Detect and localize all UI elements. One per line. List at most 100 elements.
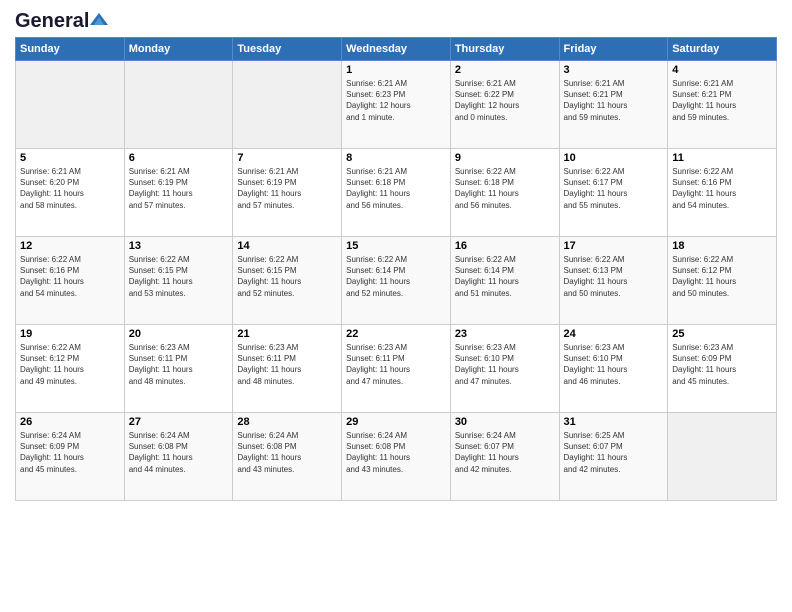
day-info: Sunrise: 6:22 AMSunset: 6:12 PMDaylight:…: [672, 254, 772, 299]
calendar-cell: [16, 61, 125, 149]
calendar-cell: 30 Sunrise: 6:24 AMSunset: 6:07 PMDayligh…: [450, 413, 559, 501]
calendar-cell: [233, 61, 342, 149]
calendar-cell: 2Sunrise: 6:21 AMSunset: 6:22 PMDaylight…: [450, 61, 559, 149]
calendar-cell: 13 Sunrise: 6:22 AMSunset: 6:15 PMDayligh…: [124, 237, 233, 325]
day-number: 9: [455, 152, 555, 164]
calendar-cell: 27 Sunrise: 6:24 AMSunset: 6:08 PMDayligh…: [124, 413, 233, 501]
day-info: Sunrise: 6:22 AMSunset: 6:14 PMDaylight:…: [346, 254, 446, 299]
day-info: Sunrise: 6:24 AMSunset: 6:09 PMDaylight:…: [20, 430, 120, 475]
calendar-cell: 22 Sunrise: 6:23 AMSunset: 6:11 PMDayligh…: [342, 325, 451, 413]
calendar-cell: 29 Sunrise: 6:24 AMSunset: 6:08 PMDayligh…: [342, 413, 451, 501]
calendar-week-row: 1 Sunrise: 6:21 AMSunset: 6:23 PMDaylight…: [16, 61, 777, 149]
day-info: Sunrise: 6:21 AMSunset: 6:21 PMDaylight:…: [564, 78, 664, 123]
calendar-cell: 16 Sunrise: 6:22 AMSunset: 6:14 PMDayligh…: [450, 237, 559, 325]
calendar-cell: 24 Sunrise: 6:23 AMSunset: 6:10 PMDayligh…: [559, 325, 668, 413]
day-info: Sunrise: 6:23 AMSunset: 6:10 PMDaylight:…: [455, 342, 555, 387]
day-info: Sunrise: 6:22 AMSunset: 6:14 PMDaylight:…: [455, 254, 555, 299]
day-number: 21: [237, 328, 337, 340]
calendar-cell: 3 Sunrise: 6:21 AMSunset: 6:21 PMDaylight…: [559, 61, 668, 149]
day-number: 1: [346, 64, 446, 76]
page: General Sunday Monday Tuesday Wednesday …: [0, 0, 792, 612]
day-number: 24: [564, 328, 664, 340]
day-number: 27: [129, 416, 229, 428]
day-number: 26: [20, 416, 120, 428]
day-info: Sunrise: 6:25 AMSunset: 6:07 PMDaylight:…: [564, 430, 664, 475]
day-number: 23: [455, 328, 555, 340]
day-number: 30: [455, 416, 555, 428]
day-info: Sunrise: 6:22 AMSunset: 6:13 PMDaylight:…: [564, 254, 664, 299]
day-info: Sunrise: 6:21 AMSunset: 6:19 PMDaylight:…: [237, 166, 337, 211]
day-info: Sunrise: 6:24 AMSunset: 6:08 PMDaylight:…: [129, 430, 229, 475]
calendar-cell: 25Sunrise: 6:23 AMSunset: 6:09 PMDayligh…: [668, 325, 777, 413]
calendar-cell: 4Sunrise: 6:21 AMSunset: 6:21 PMDaylight…: [668, 61, 777, 149]
calendar-cell: 5Sunrise: 6:21 AMSunset: 6:20 PMDaylight…: [16, 149, 125, 237]
day-number: 29: [346, 416, 446, 428]
day-number: 6: [129, 152, 229, 164]
day-info: Sunrise: 6:22 AMSunset: 6:18 PMDaylight:…: [455, 166, 555, 211]
calendar-cell: 9 Sunrise: 6:22 AMSunset: 6:18 PMDaylight…: [450, 149, 559, 237]
calendar-cell: [668, 413, 777, 501]
day-number: 31: [564, 416, 664, 428]
day-number: 19: [20, 328, 120, 340]
calendar-cell: 7 Sunrise: 6:21 AMSunset: 6:19 PMDaylight…: [233, 149, 342, 237]
calendar-week-row: 5Sunrise: 6:21 AMSunset: 6:20 PMDaylight…: [16, 149, 777, 237]
day-number: 13: [129, 240, 229, 252]
calendar-cell: 21Sunrise: 6:23 AMSunset: 6:11 PMDayligh…: [233, 325, 342, 413]
day-info: Sunrise: 6:23 AMSunset: 6:09 PMDaylight:…: [672, 342, 772, 387]
col-tuesday: Tuesday: [233, 38, 342, 61]
day-info: Sunrise: 6:23 AMSunset: 6:11 PMDaylight:…: [346, 342, 446, 387]
day-info: Sunrise: 6:22 AMSunset: 6:16 PMDaylight:…: [20, 254, 120, 299]
calendar-cell: 17Sunrise: 6:22 AMSunset: 6:13 PMDayligh…: [559, 237, 668, 325]
col-friday: Friday: [559, 38, 668, 61]
calendar-cell: [124, 61, 233, 149]
calendar-cell: 11 Sunrise: 6:22 AMSunset: 6:16 PMDayligh…: [668, 149, 777, 237]
col-thursday: Thursday: [450, 38, 559, 61]
day-info: Sunrise: 6:23 AMSunset: 6:11 PMDaylight:…: [129, 342, 229, 387]
day-info: Sunrise: 6:22 AMSunset: 6:17 PMDaylight:…: [564, 166, 664, 211]
day-number: 5: [20, 152, 120, 164]
day-number: 4: [672, 64, 772, 76]
day-info: Sunrise: 6:21 AMSunset: 6:19 PMDaylight:…: [129, 166, 229, 211]
calendar-cell: 23 Sunrise: 6:23 AMSunset: 6:10 PMDayligh…: [450, 325, 559, 413]
calendar-cell: 31 Sunrise: 6:25 AMSunset: 6:07 PMDayligh…: [559, 413, 668, 501]
col-sunday: Sunday: [16, 38, 125, 61]
logo-general-text: General: [15, 10, 89, 33]
day-number: 11: [672, 152, 772, 164]
day-number: 7: [237, 152, 337, 164]
day-number: 22: [346, 328, 446, 340]
calendar-table: Sunday Monday Tuesday Wednesday Thursday…: [15, 37, 777, 501]
day-number: 15: [346, 240, 446, 252]
col-wednesday: Wednesday: [342, 38, 451, 61]
logo: General: [15, 10, 108, 29]
day-info: Sunrise: 6:22 AMSunset: 6:12 PMDaylight:…: [20, 342, 120, 387]
day-number: 16: [455, 240, 555, 252]
day-number: 28: [237, 416, 337, 428]
calendar-cell: 18 Sunrise: 6:22 AMSunset: 6:12 PMDayligh…: [668, 237, 777, 325]
day-info: Sunrise: 6:22 AMSunset: 6:16 PMDaylight:…: [672, 166, 772, 211]
day-number: 12: [20, 240, 120, 252]
calendar-cell: 14Sunrise: 6:22 AMSunset: 6:15 PMDayligh…: [233, 237, 342, 325]
calendar-cell: 8Sunrise: 6:21 AMSunset: 6:18 PMDaylight…: [342, 149, 451, 237]
day-info: Sunrise: 6:21 AMSunset: 6:23 PMDaylight:…: [346, 78, 446, 123]
day-info: Sunrise: 6:21 AMSunset: 6:22 PMDaylight:…: [455, 78, 555, 123]
calendar-week-row: 12 Sunrise: 6:22 AMSunset: 6:16 PMDayligh…: [16, 237, 777, 325]
day-number: 18: [672, 240, 772, 252]
day-number: 20: [129, 328, 229, 340]
day-info: Sunrise: 6:24 AMSunset: 6:07 PMDaylight:…: [455, 430, 555, 475]
day-info: Sunrise: 6:24 AMSunset: 6:08 PMDaylight:…: [346, 430, 446, 475]
logo-icon: [90, 11, 108, 29]
calendar-cell: 6 Sunrise: 6:21 AMSunset: 6:19 PMDaylight…: [124, 149, 233, 237]
calendar-cell: 10 Sunrise: 6:22 AMSunset: 6:17 PMDayligh…: [559, 149, 668, 237]
day-info: Sunrise: 6:23 AMSunset: 6:10 PMDaylight:…: [564, 342, 664, 387]
day-number: 10: [564, 152, 664, 164]
calendar-cell: 1 Sunrise: 6:21 AMSunset: 6:23 PMDaylight…: [342, 61, 451, 149]
calendar-cell: 28Sunrise: 6:24 AMSunset: 6:08 PMDayligh…: [233, 413, 342, 501]
header: General: [15, 10, 777, 29]
day-info: Sunrise: 6:22 AMSunset: 6:15 PMDaylight:…: [129, 254, 229, 299]
calendar-week-row: 26 Sunrise: 6:24 AMSunset: 6:09 PMDayligh…: [16, 413, 777, 501]
calendar-cell: 19 Sunrise: 6:22 AMSunset: 6:12 PMDayligh…: [16, 325, 125, 413]
day-number: 3: [564, 64, 664, 76]
calendar-cell: 26 Sunrise: 6:24 AMSunset: 6:09 PMDayligh…: [16, 413, 125, 501]
calendar-cell: 12 Sunrise: 6:22 AMSunset: 6:16 PMDayligh…: [16, 237, 125, 325]
calendar-week-row: 19 Sunrise: 6:22 AMSunset: 6:12 PMDayligh…: [16, 325, 777, 413]
